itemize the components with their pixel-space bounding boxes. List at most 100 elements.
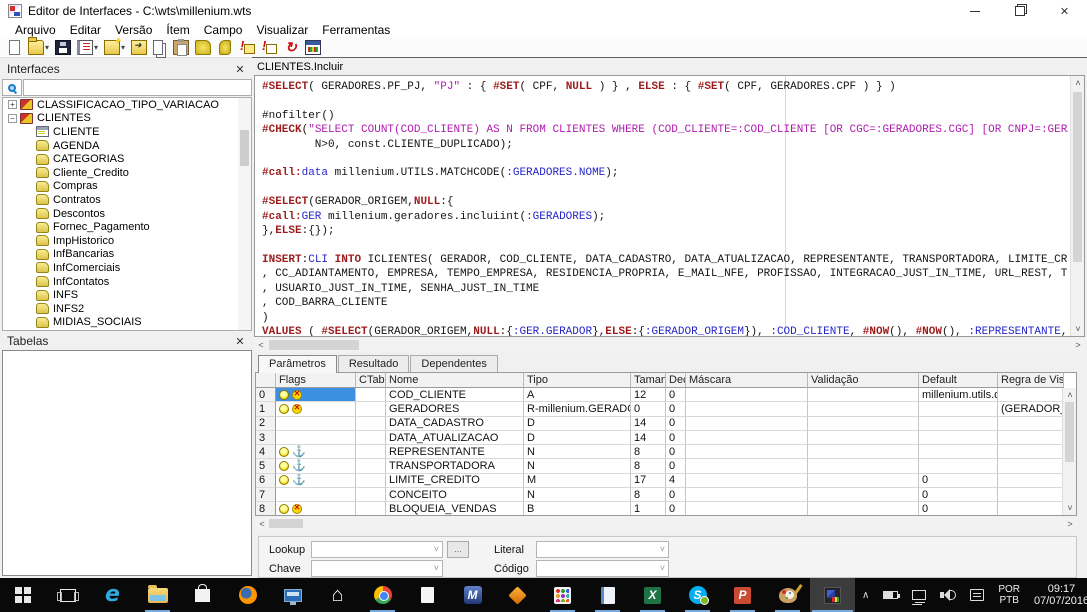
scroll-right-icon[interactable]: >	[1071, 338, 1085, 352]
table-row[interactable]: 3DATA_ATUALIZACAOD140	[256, 431, 1076, 445]
dropdown-arrow-icon[interactable]: ▾	[45, 43, 49, 52]
cell[interactable]	[998, 417, 1064, 431]
cell[interactable]	[356, 402, 386, 416]
cell[interactable]: BLOQUEIA_VENDAS	[386, 502, 524, 516]
editor-hscroll-thumb[interactable]	[269, 340, 359, 350]
cell[interactable]: 1	[631, 502, 666, 516]
cell[interactable]	[808, 445, 919, 459]
table-row[interactable]: 7CONCEITON800	[256, 488, 1076, 502]
cell[interactable]	[998, 488, 1064, 502]
grid-scroll-down-icon[interactable]: ˅	[1063, 501, 1077, 515]
cell[interactable]: 0	[666, 459, 686, 473]
tree-scrollbar[interactable]	[238, 98, 251, 330]
run-form-button[interactable]	[258, 39, 280, 56]
open-file-button[interactable]: ▾	[25, 39, 52, 56]
cell[interactable]	[919, 431, 998, 445]
tree-item-infs[interactable]: INFS	[3, 288, 251, 302]
cell[interactable]: 3	[256, 431, 276, 445]
skype-button[interactable]: S	[675, 578, 720, 612]
tree-item-agenda[interactable]: AGENDA	[3, 139, 251, 153]
cell[interactable]: D	[524, 431, 631, 445]
cell[interactable]	[998, 445, 1064, 459]
cell[interactable]: DATA_CADASTRO	[386, 417, 524, 431]
apply-button[interactable]	[214, 39, 236, 56]
tree-item-fornec_pagamento[interactable]: Fornec_Pagamento	[3, 220, 251, 234]
cell[interactable]	[919, 459, 998, 473]
cell[interactable]: 14	[631, 431, 666, 445]
cell[interactable]	[686, 388, 808, 402]
flags-cell[interactable]	[276, 417, 356, 431]
search-button[interactable]	[2, 79, 22, 96]
cell[interactable]: 0	[666, 402, 686, 416]
cell[interactable]	[356, 459, 386, 473]
network-icon[interactable]	[912, 590, 926, 600]
volume-icon[interactable]	[940, 589, 956, 601]
cell[interactable]: 0	[919, 474, 998, 488]
cell[interactable]	[686, 488, 808, 502]
cell[interactable]: 8	[631, 459, 666, 473]
tree-item-infcomerciais[interactable]: InfComerciais	[3, 261, 251, 275]
save-button[interactable]	[52, 39, 74, 56]
validate-button[interactable]	[192, 39, 214, 56]
cell[interactable]	[356, 488, 386, 502]
menu-ítem[interactable]: Ítem	[159, 23, 196, 37]
cube-app-button[interactable]	[495, 578, 540, 612]
cell[interactable]: 4	[666, 474, 686, 488]
tree-item-clientes[interactable]: −CLIENTES	[3, 112, 251, 126]
cell[interactable]	[808, 474, 919, 488]
tree-item-compras[interactable]: Compras	[3, 180, 251, 194]
tab-dependentes[interactable]: Dependentes	[410, 355, 497, 372]
cell[interactable]: REPRESENTANTE	[386, 445, 524, 459]
literal-combobox[interactable]	[536, 541, 669, 558]
file-explorer-button[interactable]	[135, 578, 180, 612]
table-row[interactable]: 0COD_CLIENTEA120millenium.utils.default	[256, 388, 1076, 402]
clock[interactable]: 09:17 07/07/2016	[1034, 583, 1087, 607]
column-header-Tipo[interactable]: Tipo	[524, 373, 631, 388]
code-text[interactable]: #SELECT( GERADORES.PF_PJ, "PJ" : { #SET(…	[262, 80, 1068, 336]
cell[interactable]	[998, 431, 1064, 445]
cell[interactable]	[686, 445, 808, 459]
store-button[interactable]	[180, 578, 225, 612]
flags-cell[interactable]	[276, 488, 356, 502]
column-header-rownum[interactable]	[256, 373, 276, 388]
cell[interactable]	[919, 402, 998, 416]
cell[interactable]	[356, 417, 386, 431]
tree-item-imphistorico[interactable]: ImpHistorico	[3, 234, 251, 248]
run-item-button[interactable]	[236, 39, 258, 56]
cell[interactable]	[998, 459, 1064, 473]
tree-item-categorias[interactable]: CATEGORIAS	[3, 152, 251, 166]
task-view-button[interactable]	[45, 578, 90, 612]
cell[interactable]: N	[524, 445, 631, 459]
cell[interactable]: 8	[631, 445, 666, 459]
collapse-icon[interactable]: −	[8, 114, 17, 123]
cell[interactable]	[356, 445, 386, 459]
grid-hscroll-thumb[interactable]	[269, 519, 303, 528]
column-header-Regra de Visibilida[interactable]: Regra de Visibilida	[998, 373, 1064, 388]
paste-button[interactable]	[170, 39, 192, 56]
cell[interactable]: millenium.utils.default	[919, 388, 998, 402]
cell[interactable]: N	[524, 488, 631, 502]
flags-cell[interactable]: ⚓	[276, 445, 356, 459]
cell[interactable]	[686, 402, 808, 416]
tree-item-infcontatos[interactable]: InfContatos	[3, 275, 251, 289]
cell[interactable]: 0	[256, 388, 276, 402]
cell[interactable]: B	[524, 502, 631, 516]
codigo-combobox[interactable]	[536, 560, 669, 577]
column-header-Default[interactable]: Default	[919, 373, 998, 388]
menu-arquivo[interactable]: Arquivo	[8, 23, 63, 37]
notepad-button[interactable]	[585, 578, 630, 612]
flags-cell[interactable]	[276, 502, 356, 516]
cell[interactable]: 0	[631, 402, 666, 416]
interface-editor-button[interactable]	[810, 578, 855, 612]
cell[interactable]	[808, 388, 919, 402]
cell[interactable]: M	[524, 474, 631, 488]
powerpoint-button[interactable]: P	[720, 578, 765, 612]
tree-item-contratos[interactable]: Contratos	[3, 193, 251, 207]
cell[interactable]: (GERADOR_ORI	[998, 402, 1064, 416]
lookup-browse-button[interactable]: ...	[447, 541, 469, 558]
cell[interactable]: 7	[256, 488, 276, 502]
cell[interactable]: COD_CLIENTE	[386, 388, 524, 402]
menu-campo[interactable]: Campo	[197, 23, 250, 37]
dropdown-arrow-icon[interactable]: ▾	[121, 43, 125, 52]
chrome-button[interactable]	[360, 578, 405, 612]
